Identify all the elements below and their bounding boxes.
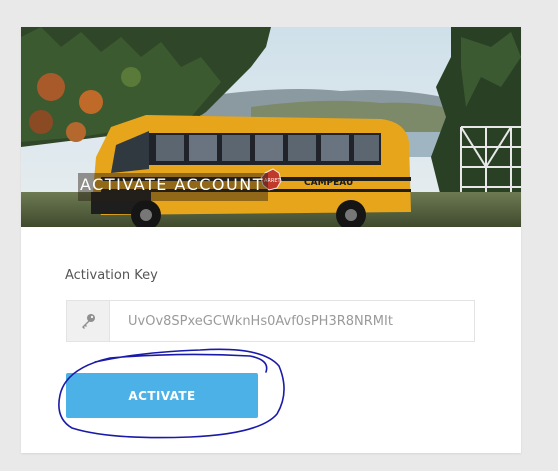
activation-key-label: Activation Key <box>65 268 158 283</box>
activate-button[interactable]: ACTIVATE <box>66 373 258 418</box>
hero-banner: CAMPEAU ARRET ACTIVATE ACCOUNT <box>21 27 521 227</box>
bus-sign-text: CAMPEAU <box>304 178 353 188</box>
activation-card: CAMPEAU ARRET ACTIVATE ACCOUNT Activatio… <box>21 27 521 453</box>
activation-key-input[interactable] <box>110 301 470 341</box>
activation-key-field <box>66 300 475 342</box>
key-icon <box>67 301 110 341</box>
page-title: ACTIVATE ACCOUNT <box>78 173 268 201</box>
